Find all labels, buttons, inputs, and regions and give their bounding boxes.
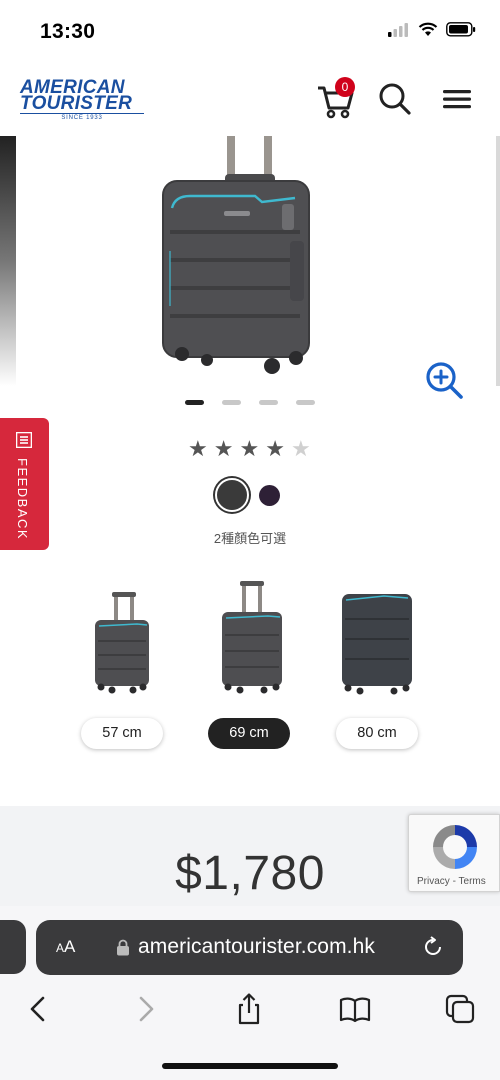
- browser-toolbar: [0, 988, 500, 1032]
- scroll-indicator: [496, 136, 500, 386]
- colors-available-text: 2種顏色可選: [213, 531, 287, 546]
- size-69-image: [222, 581, 282, 694]
- lock-icon: [117, 939, 129, 956]
- logo-line-2: TOURISTER: [20, 93, 133, 114]
- feedback-tab[interactable]: FEEDBACK: [0, 418, 49, 550]
- logo-since: SINCE 1933: [20, 113, 144, 121]
- tabs-icon[interactable]: [444, 992, 476, 1026]
- recaptcha-separator: -: [449, 876, 459, 887]
- battery-icon: [446, 22, 476, 37]
- cart-count-badge: 0: [335, 77, 355, 97]
- product-image-suitcase: [162, 136, 310, 374]
- recaptcha-links: Privacy - Terms: [417, 876, 486, 887]
- size-57-pill[interactable]: 57 cm: [81, 718, 163, 749]
- size-80-image: [342, 594, 412, 695]
- recaptcha-badge[interactable]: Privacy - Terms: [408, 814, 500, 892]
- status-icons: [388, 22, 476, 37]
- search-icon[interactable]: [378, 82, 412, 116]
- hamburger-menu-icon[interactable]: [443, 86, 471, 112]
- previous-tab-peek[interactable]: [0, 920, 26, 974]
- back-arrow-icon[interactable]: [22, 992, 54, 1026]
- gallery-pagination: [185, 400, 315, 405]
- home-indicator[interactable]: [162, 1063, 338, 1069]
- status-time: 13:30: [40, 20, 96, 43]
- aa-large: A: [64, 937, 76, 956]
- star-icon: ★: [265, 436, 285, 461]
- color-swatch-grey[interactable]: [215, 478, 249, 512]
- american-tourister-logo[interactable]: AMERICAN TOURISTER SINCE 1933: [20, 78, 146, 121]
- size-options: 57 cm 69 cm 80 cm: [0, 578, 500, 758]
- size-69-pill[interactable]: 69 cm: [208, 718, 290, 749]
- status-bar: 13:30: [0, 0, 500, 62]
- wifi-icon: [418, 22, 438, 36]
- site-header: AMERICAN TOURISTER SINCE 1933 0: [0, 62, 500, 136]
- recaptcha-privacy-link[interactable]: Privacy: [417, 876, 450, 887]
- color-swatch-purple[interactable]: [259, 484, 280, 506]
- bookmarks-icon[interactable]: [339, 992, 371, 1026]
- recaptcha-icon: [433, 825, 477, 869]
- reader-options-button[interactable]: AA: [56, 937, 75, 957]
- recaptcha-terms-link[interactable]: Terms: [459, 876, 486, 887]
- share-icon[interactable]: [233, 992, 265, 1026]
- color-swatches: [215, 478, 280, 512]
- feedback-label: FEEDBACK: [15, 458, 30, 541]
- product-rating[interactable]: ★ ★ ★ ★ ★: [188, 436, 311, 462]
- address-bar[interactable]: AA americantourister.com.hk: [36, 920, 463, 975]
- cellular-signal-icon: [388, 22, 408, 37]
- zoom-in-icon[interactable]: [424, 360, 464, 400]
- url-text: americantourister.com.hk: [138, 935, 375, 958]
- forward-arrow-icon[interactable]: [130, 992, 162, 1026]
- gallery-dot-2[interactable]: [222, 400, 241, 405]
- product-image-gallery[interactable]: [0, 136, 500, 386]
- star-icon: ★: [188, 436, 208, 461]
- star-empty-icon: ★: [290, 436, 311, 461]
- size-option-69[interactable]: 69 cm: [208, 578, 328, 758]
- size-57-image: [95, 592, 149, 694]
- size-option-80[interactable]: 80 cm: [336, 578, 456, 758]
- star-icon: ★: [213, 436, 234, 461]
- gallery-dot-1[interactable]: [185, 400, 204, 405]
- size-80-pill[interactable]: 80 cm: [336, 718, 418, 749]
- feedback-icon: [16, 432, 32, 448]
- star-icon: ★: [239, 436, 260, 461]
- gallery-dot-4[interactable]: [296, 400, 315, 405]
- reload-icon[interactable]: [422, 936, 444, 958]
- size-option-57[interactable]: 57 cm: [81, 578, 201, 758]
- aa-small: A: [56, 941, 65, 955]
- gallery-dot-3[interactable]: [259, 400, 278, 405]
